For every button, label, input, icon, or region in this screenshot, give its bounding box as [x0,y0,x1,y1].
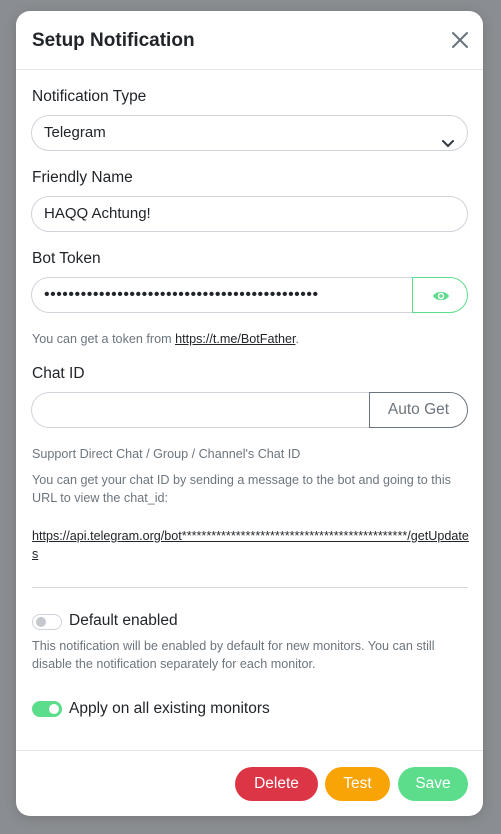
apply-existing-toggle[interactable] [32,701,62,717]
chat-id-support-text: Support Direct Chat / Group / Channel's … [32,447,301,461]
default-enabled-toggle[interactable] [32,614,62,630]
eye-icon [433,291,449,301]
delete-button[interactable]: Delete [235,767,318,801]
modal-header: Setup Notification [16,11,483,70]
chat-id-input[interactable] [31,392,370,428]
notification-type-value: Telegram [44,124,106,141]
divider [32,587,468,588]
show-token-button[interactable] [412,277,468,313]
bot-token-help: You can get a token from https://t.me/Bo… [32,330,299,348]
chevron-down-icon [442,128,454,162]
bot-token-input[interactable]: ••••••••••••••••••••••••••••••••••••••••… [31,277,413,313]
footer-divider [16,750,483,751]
default-enabled-help: This notification will be enabled by def… [32,639,435,671]
botfather-link[interactable]: https://t.me/BotFather [175,332,295,346]
bot-token-label: Bot Token [32,250,101,267]
save-button[interactable]: Save [398,767,468,801]
notification-type-select[interactable]: Telegram [31,115,468,151]
default-enabled-label: Default enabled [69,612,178,629]
friendly-name-value: HAQQ Achtung! [44,205,151,222]
chat-id-help-text: You can get your chat ID by sending a me… [32,473,451,505]
getupdates-url-link[interactable]: https://api.telegram.org/bot************… [32,527,472,563]
close-icon[interactable] [450,30,470,50]
bot-token-help-suffix: . [295,332,299,346]
bot-token-help-text: You can get a token from [32,332,176,346]
chat-id-label: Chat ID [32,365,85,382]
setup-notification-dialog: Setup Notification Notification Type Tel… [16,11,483,816]
friendly-name-input[interactable]: HAQQ Achtung! [31,196,468,232]
apply-existing-label: Apply on all existing monitors [69,700,270,717]
toggle-knob [36,617,46,627]
bot-token-value: ••••••••••••••••••••••••••••••••••••••••… [44,286,319,303]
modal-title: Setup Notification [32,30,195,51]
test-button[interactable]: Test [325,767,390,801]
toggle-knob [49,704,59,714]
friendly-name-label: Friendly Name [32,169,133,186]
notification-type-label: Notification Type [32,88,147,105]
auto-get-button[interactable]: Auto Get [369,392,468,428]
